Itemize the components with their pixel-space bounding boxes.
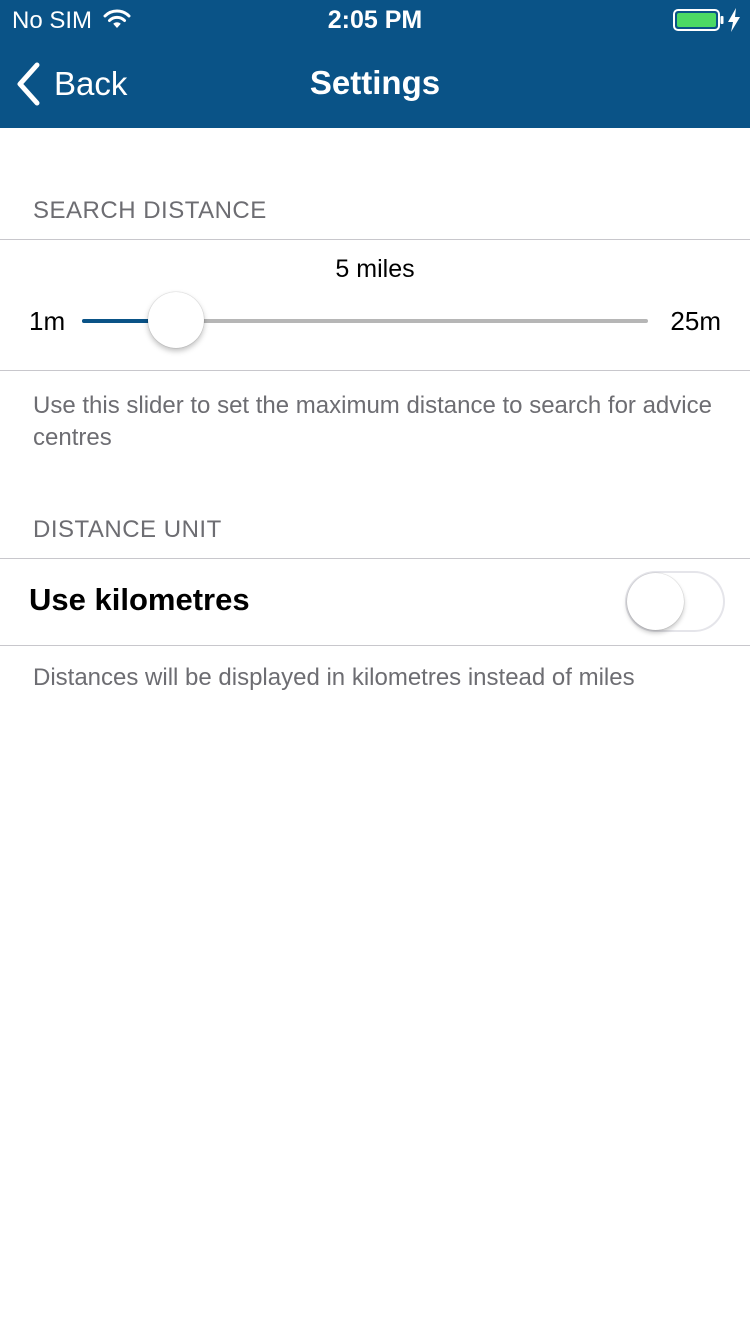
distance-unit-header: DISTANCE UNIT [33,516,222,543]
divider [0,370,750,371]
page-title: Settings [309,64,441,101]
search-distance-footer: Use this slider to set the maximum dista… [33,392,712,451]
divider [0,645,750,646]
search-distance-header: SEARCH DISTANCE [33,197,267,224]
toggle-knob [627,573,684,630]
battery-icon [673,9,724,31]
status-bar: No SIM 2:05 PM [0,0,750,40]
charging-bolt-icon [728,8,740,32]
top-bar: No SIM 2:05 PM Back Settings [0,0,750,128]
slider-max-label: 25m [670,306,721,336]
navigation-bar: Back Settings [0,40,750,128]
clock: 2:05 PM [327,6,423,34]
slider-value-label: 5 miles [335,255,415,283]
slider-min-label: 1m [29,306,66,336]
distance-slider[interactable] [82,292,648,348]
use-kilometres-toggle[interactable] [625,571,725,632]
slider-thumb[interactable] [148,292,205,348]
use-kilometres-label: Use kilometres [29,582,250,617]
divider [0,239,750,240]
divider [0,558,750,559]
distance-unit-footer: Distances will be displayed in kilometre… [33,664,635,691]
